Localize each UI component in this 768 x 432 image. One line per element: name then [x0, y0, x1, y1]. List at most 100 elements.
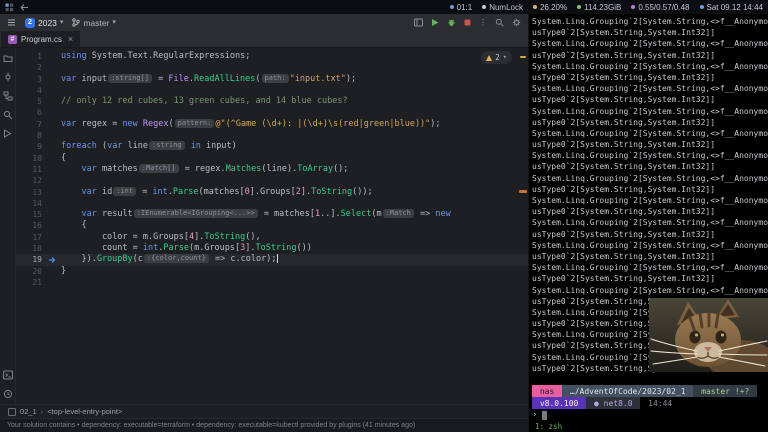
code-line[interactable]: 15 var result:IEnumerable<IGrouping<...>… [16, 209, 528, 220]
search-icon[interactable] [495, 18, 504, 27]
warning-stripe-mark [520, 56, 526, 58]
workspace-icon[interactable] [20, 3, 29, 12]
terminal-line: usType0`2[System.String,System.Int32]] [532, 95, 716, 105]
warning-count: 2 [495, 53, 500, 62]
line-number: 14 [32, 198, 42, 208]
line-number: 11 [32, 164, 42, 174]
code-line[interactable]: 5// only 12 red cubes, 13 green cubes, a… [16, 96, 528, 107]
terminal-line: System.Linq.Grouping`2[System.String,<>f… [532, 240, 768, 250]
commit-tool-icon[interactable] [3, 72, 13, 82]
warning-icon [486, 54, 493, 61]
tmux-status-bar: 1: zsh [529, 421, 768, 432]
system-stat: 26.20% [532, 3, 567, 12]
line-number: 8 [37, 131, 42, 141]
terminal-line: usType0`2[System.String,System.Int32]] [532, 72, 716, 82]
settings-gear-icon[interactable] [512, 18, 521, 27]
line-number: 7 [37, 119, 42, 129]
status-message: Your solution contains • dependency: exe… [7, 422, 416, 429]
line-number: 10 [32, 153, 42, 163]
code-line[interactable]: 16 { [16, 220, 528, 231]
code-line[interactable]: 13 var id:int = int.Parse(matches[0].Gro… [16, 186, 528, 198]
system-stat: NumLock [482, 3, 523, 12]
branch-selector[interactable]: master ▾ [72, 18, 116, 28]
system-menu-icon[interactable] [5, 3, 14, 12]
code-line[interactable]: 10{ [16, 153, 528, 164]
code-editor[interactable]: 1 using System.Text.RegularExpressions; 2 3… [16, 48, 528, 404]
line-number: 15 [32, 210, 42, 220]
editor-scrollbar[interactable] [518, 48, 528, 404]
terminal-line: usType0`2[System.String,System.Int32]] [532, 117, 716, 127]
terminal-line: System.Linq.Grouping`2[System.String,<>f… [532, 196, 768, 205]
prompt-segment: …/AdventOfCode/2023/02_1 [562, 385, 694, 398]
project-selector[interactable]: 2 2023 ▾ [25, 17, 64, 28]
structure-tool-icon[interactable] [3, 91, 13, 101]
line-number: 3 [37, 74, 42, 84]
menu-icon[interactable] [7, 18, 16, 27]
prompt-input-row[interactable]: › [532, 409, 768, 421]
services-tool-icon[interactable] [3, 129, 12, 138]
code-line[interactable]: 3 var input:string[] = File.ReadAllLines(… [16, 73, 528, 85]
editor-lines: 1 using System.Text.RegularExpressions; 2 3… [16, 51, 528, 288]
clock-tool-icon[interactable] [3, 389, 13, 399]
code-line[interactable]: 21 [16, 277, 528, 288]
chevron-down-icon: ▾ [502, 53, 507, 62]
code-line[interactable]: 17 color = m.Groups[4].ToString(), [16, 232, 528, 243]
ide-window: 2 2023 ▾ master ▾ ⋮ # Program.cs × 1 usi… [0, 14, 528, 432]
code-line[interactable]: 20} [16, 266, 528, 277]
chevron-down-icon: ▾ [112, 19, 116, 26]
stat-icon [699, 5, 704, 9]
terminal-window[interactable]: System.Linq.Grouping`2[System.String,<>f… [528, 14, 768, 432]
system-stats: 01:1 NumLock 26.20% 114.23GiB 0.55/0.57/0.48… [449, 3, 763, 12]
caret-line-marker-icon [42, 256, 61, 264]
code-line[interactable]: 18 count = int.Parse(m.Groups[3].ToStrin… [16, 243, 528, 254]
error-stripe-mark [519, 190, 527, 193]
prompt-char: › [532, 409, 538, 420]
code-line[interactable]: 1 using System.Text.RegularExpressions; [16, 51, 528, 62]
breadcrumb-separator-icon: › [40, 407, 44, 416]
code-line[interactable]: 12 [16, 175, 528, 186]
code-line[interactable]: 11 var matches:Match[] = regex.Matches(l… [16, 163, 528, 175]
line-number: 16 [32, 221, 42, 231]
terminal-line: System.Linq.Grouping`2[System.String,<>f… [532, 263, 768, 273]
breadcrumb-project[interactable]: 02_1 [20, 407, 37, 416]
branch-icon [72, 18, 81, 27]
close-tab-icon[interactable]: × [68, 34, 73, 44]
editor-tabs: # Program.cs × [0, 31, 528, 48]
code-line[interactable]: 8 [16, 130, 528, 141]
project-tool-icon[interactable] [3, 53, 13, 63]
code-line[interactable]: 19 }).GroupBy(c:{color,count} => c.color… [16, 254, 528, 266]
chevron-down-icon: ▾ [59, 19, 64, 26]
terminal-line: System.Linq.Grouping`2[System.String,<>f… [532, 218, 768, 228]
terminal-line: System.Linq.Grouping`2[System.String,<>f… [532, 106, 768, 116]
line-number: 13 [32, 187, 42, 197]
terminal-tool-icon[interactable] [2, 370, 13, 380]
code-line[interactable]: 4 [16, 85, 528, 96]
tab-label: Program.cs [21, 34, 62, 44]
code-line[interactable]: 7 var regex = new Regex(pattern: @"(^Game … [16, 118, 528, 130]
project-icon: 2 [25, 17, 35, 28]
stat-icon [449, 5, 454, 9]
layout-icon[interactable] [414, 18, 423, 27]
inspections-widget[interactable]: 2 ▾ [481, 51, 512, 65]
prompt-segment: ● net8.0 [586, 397, 641, 410]
run-button[interactable] [431, 18, 439, 27]
breadcrumb-entry-point[interactable]: <top-level-entry-point> [47, 407, 122, 416]
stop-button[interactable] [464, 19, 471, 26]
line-number: 19 [32, 255, 42, 265]
find-tool-icon[interactable] [3, 110, 13, 120]
prompt-line-2: v8.0.100 ● net8.0 14:44 [532, 397, 768, 410]
code-line[interactable]: 14 [16, 198, 528, 209]
project-node-icon [8, 407, 16, 416]
debug-button[interactable] [447, 18, 456, 27]
code-line[interactable]: 9 foreach (var line:string in input) [16, 141, 528, 152]
ide-title-bar: 2 2023 ▾ master ▾ ⋮ [0, 14, 528, 31]
code-line[interactable]: 2 [16, 62, 528, 73]
prompt-segment: nas [532, 385, 563, 398]
terminal-line: usType0`2[System.String,System.Int32]] [532, 50, 716, 60]
tab-program-cs[interactable]: # Program.cs × [1, 31, 81, 47]
more-actions-icon[interactable]: ⋮ [479, 18, 487, 27]
screen: 01:1 NumLock 26.20% 114.23GiB 0.55/0.57/0.48… [0, 0, 768, 432]
terminal-line: System.Linq.Grouping`2[System.String,<>f… [532, 128, 768, 138]
code-line[interactable]: 6 [16, 107, 528, 118]
